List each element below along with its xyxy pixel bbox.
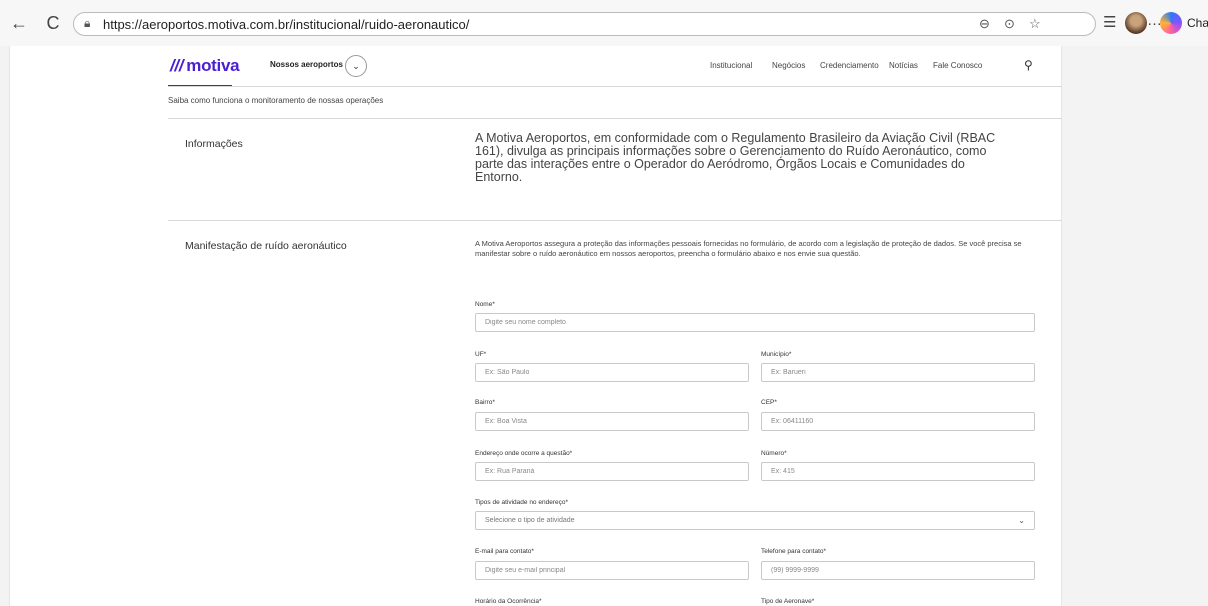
cep-label: CEP* — [761, 399, 777, 406]
page-content: ///motiva Nossos aeroportos ⌄ Institucio… — [9, 46, 1062, 606]
form-intro: A Motiva Aeroportos assegura a proteção … — [475, 239, 1022, 258]
header-divider — [168, 86, 1062, 87]
address-bar[interactable]: 🔒︎ https://aeroportos.motiva.com.br/inst… — [73, 12, 1096, 36]
uf-label: UF* — [475, 351, 487, 358]
municipio-label: Município* — [761, 351, 792, 358]
search-icon[interactable]: ⚲ — [1024, 58, 1033, 72]
url-text: https://aeroportos.motiva.com.br/institu… — [103, 17, 470, 32]
endereco-label: Endereço onde ocorre a questão* — [475, 450, 573, 457]
airports-link[interactable]: Nossos aeroportos — [270, 60, 343, 69]
section-divider — [168, 118, 1062, 119]
atividade-label: Tipos de atividade no endereço* — [475, 499, 568, 506]
logo-mark-icon: /// — [170, 56, 184, 75]
chevron-down-icon: ⌄ — [1018, 516, 1025, 525]
section-divider — [168, 220, 1062, 221]
page-subtitle: Saiba como funciona o monitoramento de n… — [168, 96, 384, 105]
endereco-input[interactable] — [475, 462, 749, 481]
email-input[interactable] — [475, 561, 749, 580]
bairro-label: Bairro* — [475, 399, 495, 406]
menu-item-negocios[interactable]: Negócios — [772, 61, 805, 70]
more-actions-icon[interactable]: ⊙ — [1004, 16, 1015, 32]
horario-label: Horário da Ocorrência* — [475, 598, 542, 605]
telefone-input[interactable] — [761, 561, 1035, 580]
copilot-icon[interactable] — [1160, 12, 1182, 34]
uf-input[interactable] — [475, 363, 749, 382]
nome-input[interactable] — [475, 313, 1035, 332]
browser-toolbar: ← C 🔒︎ https://aeroportos.motiva.com.br/… — [0, 0, 1208, 46]
nome-label: Nome* — [475, 301, 495, 308]
chevron-down-icon[interactable]: ⌄ — [345, 55, 367, 77]
numero-input[interactable] — [761, 462, 1035, 481]
info-text: A Motiva Aeroportos, em conformidade com… — [475, 131, 996, 184]
municipio-input[interactable] — [761, 363, 1035, 382]
info-title: Informações — [185, 138, 243, 150]
zoom-icon[interactable]: ⊖ — [979, 16, 990, 32]
aeronave-label: Tipo de Aeronave* — [761, 598, 815, 605]
atividade-select[interactable]: Selecione o tipo de atividade ⌄ — [475, 511, 1035, 530]
favorites-icon[interactable]: ☰ — [1103, 12, 1116, 34]
form-title: Manifestação de ruído aeronáutico — [185, 240, 347, 252]
bairro-input[interactable] — [475, 412, 749, 431]
numero-label: Número* — [761, 450, 787, 457]
site-header: ///motiva Nossos aeroportos ⌄ Institucio… — [10, 46, 1062, 86]
atividade-select-value: Selecione o tipo de atividade — [485, 517, 575, 524]
email-label: E-mail para contato* — [475, 548, 534, 555]
back-icon[interactable]: ← — [8, 12, 30, 34]
menu-item-noticias[interactable]: Notícias — [889, 61, 918, 70]
menu-item-fale-conosco[interactable]: Fale Conosco — [933, 61, 982, 70]
menu-item-institucional[interactable]: Institucional — [710, 61, 752, 70]
telefone-label: Telefone para contato* — [761, 548, 827, 555]
reload-icon[interactable]: C — [42, 12, 64, 34]
motiva-logo[interactable]: ///motiva — [170, 56, 240, 76]
profile-avatar[interactable] — [1125, 12, 1147, 34]
chat-button[interactable]: Chat — [1187, 16, 1208, 30]
menu-item-credenciamento[interactable]: Credenciamento — [820, 61, 879, 70]
cep-input[interactable] — [761, 412, 1035, 431]
site-info-icon[interactable]: 🔒︎ — [84, 16, 90, 31]
logo-text: motiva — [186, 56, 240, 75]
favorite-star-icon[interactable]: ☆ — [1029, 16, 1041, 32]
